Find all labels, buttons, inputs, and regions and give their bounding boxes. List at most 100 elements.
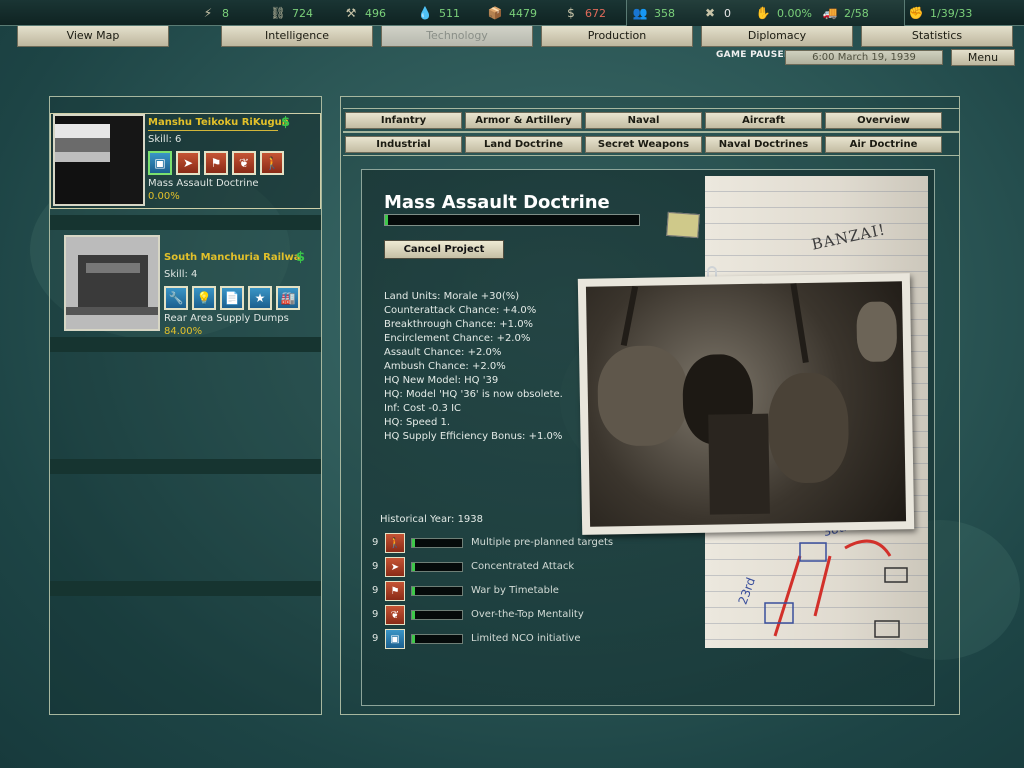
tech-effect: Breakthrough Chance: +1.0%	[384, 319, 534, 330]
resource-transports: ✖ 0	[702, 5, 731, 21]
requirement-row[interactable]: 9 ⚑ War by Timetable	[370, 581, 670, 605]
tech-effect: Inf: Cost -0.3 IC	[384, 403, 462, 414]
team-skill: Skill: 4	[164, 269, 198, 280]
team-name: South Manchuria Railwa	[164, 252, 301, 263]
resource-value: 2/58	[844, 6, 869, 20]
category-industrial[interactable]: Industrial	[345, 136, 462, 153]
requirement-row[interactable]: 9 ▣ Limited NCO initiative	[370, 629, 670, 653]
resource-rare-materials: ⚒ 496	[343, 5, 386, 21]
tech-effect: Land Units: Morale +30(%)	[384, 291, 520, 302]
category-air-doctrine[interactable]: Air Doctrine	[825, 136, 942, 153]
resource-diplomacy-points: ✊ 1/39/33	[908, 5, 973, 21]
requirement-name: War by Timetable	[471, 585, 559, 596]
lightbulb-icon: 💡	[192, 286, 216, 310]
category-land-doctrine[interactable]: Land Doctrine	[465, 136, 582, 153]
game-date: 6:00 March 19, 1939	[785, 50, 943, 65]
requirement-level: 9	[372, 561, 379, 572]
requirement-name: Limited NCO initiative	[471, 633, 581, 644]
category-row-2: Industrial Land Doctrine Secret Weapons …	[343, 132, 959, 156]
category-naval[interactable]: Naval	[585, 112, 702, 129]
timetable-icon: ⚑	[204, 151, 228, 175]
banzai-photo	[577, 273, 915, 535]
requirement-name: Multiple pre-planned targets	[471, 537, 614, 548]
resource-bar: ⚡ 8 ⛓ 724 ⚒ 496 💧 511 📦 4479 $672 👥 358 ✖ 0 ✋ 0.00% 🚚 2/58…	[0, 0, 1024, 26]
concentrated-attack-icon: ➤	[385, 557, 405, 577]
research-tech-name: Mass Assault Doctrine	[148, 178, 259, 189]
requirement-progress	[411, 586, 463, 596]
tech-effects-list: Land Units: Morale +30(%) Counterattack C…	[384, 290, 563, 444]
timetable-icon: ⚑	[385, 581, 405, 601]
tab-technology[interactable]: Technology	[381, 26, 533, 47]
resource-value: 724	[292, 6, 313, 20]
oil-icon: 💧	[417, 6, 433, 20]
resource-metal: ⛓ 724	[270, 5, 313, 21]
category-naval-doctrines[interactable]: Naval Doctrines	[705, 136, 822, 153]
category-overview[interactable]: Overview	[825, 112, 942, 129]
transports-icon: ✖	[704, 6, 716, 20]
category-aircraft[interactable]: Aircraft	[705, 112, 822, 129]
manual-icon: ▣	[385, 629, 405, 649]
resource-money: $672	[563, 5, 606, 21]
research-progress: 0.00%	[148, 191, 180, 202]
category-infantry[interactable]: Infantry	[345, 112, 462, 129]
requirement-row[interactable]: 9 🚶 Multiple pre-planned targets	[370, 533, 670, 557]
tab-view-map[interactable]: View Map	[17, 26, 169, 47]
research-slots-panel: Manshu Teikoku RiKugun $ Skill: 6 ▣ ➤ ⚑ …	[49, 96, 322, 715]
resource-value: 672	[585, 6, 606, 20]
research-tech-name: Rear Area Supply Dumps	[164, 313, 289, 324]
resource-dissent: ✋ 0.00%	[755, 5, 812, 21]
team-photo	[64, 235, 160, 331]
requirement-level: 9	[372, 585, 379, 596]
star-icon: ★	[248, 286, 272, 310]
resource-value: 8	[222, 6, 229, 20]
resource-manpower: 👥 358	[632, 5, 675, 21]
cancel-project-button[interactable]: Cancel Project	[384, 240, 504, 259]
requirement-name: Concentrated Attack	[471, 561, 575, 572]
tech-effect: HQ Supply Efficiency Bonus: +1.0%	[384, 431, 563, 442]
infantry-icon: 🚶	[260, 151, 284, 175]
document-icon: 📄	[220, 286, 244, 310]
energy-icon: ⚡	[203, 6, 213, 20]
tech-title: Mass Assault Doctrine	[384, 192, 610, 213]
dollar-icon: $	[281, 115, 291, 130]
tab-intelligence[interactable]: Intelligence	[221, 26, 373, 47]
tab-diplomacy[interactable]: Diplomacy	[701, 26, 853, 47]
factory-icon: 🏭	[276, 286, 300, 310]
team-skill: Skill: 6	[148, 134, 182, 145]
manpower-icon: 👥	[632, 6, 648, 20]
research-progress: 84.00%	[164, 326, 203, 337]
historical-year: Historical Year: 1938	[380, 514, 484, 525]
game-paused-label: GAME PAUSED	[716, 50, 792, 60]
tab-production[interactable]: Production	[541, 26, 693, 47]
money-icon: $	[567, 6, 575, 20]
menu-button[interactable]: Menu	[951, 49, 1015, 66]
category-armor-artillery[interactable]: Armor & Artillery	[465, 112, 582, 129]
requirement-row[interactable]: 9 ➤ Concentrated Attack	[370, 557, 670, 581]
resource-value: 0	[724, 6, 731, 20]
tech-effect: HQ: Model 'HQ '36' is now obsolete.	[384, 389, 563, 400]
manual-icon: ▣	[148, 151, 172, 175]
resource-value: 1/39/33	[930, 6, 973, 20]
tab-statistics[interactable]: Statistics	[861, 26, 1013, 47]
research-slot-1[interactable]: Manshu Teikoku RiKugun $ Skill: 6 ▣ ➤ ⚑ …	[50, 113, 321, 209]
tech-effect: Assault Chance: +2.0%	[384, 347, 502, 358]
requirements-list: 9 🚶 Multiple pre-planned targets 9 ➤ Concentr…	[370, 533, 670, 653]
convoy-icon: 🚚	[822, 6, 838, 20]
supplies-icon: 📦	[487, 6, 503, 20]
requirement-progress	[411, 634, 463, 644]
tech-effect: Ambush Chance: +2.0%	[384, 361, 506, 372]
requirement-progress	[411, 562, 463, 572]
resource-energy: ⚡ 8	[200, 5, 229, 21]
tech-progress-bar	[384, 214, 640, 226]
category-secret-weapons[interactable]: Secret Weapons	[585, 136, 702, 153]
wrench-icon: 🔧	[164, 286, 188, 310]
resource-supplies: 📦 4479	[487, 5, 537, 21]
research-slot-2[interactable]: South Manchuria Railwa $ Skill: 4 🔧 💡 📄 …	[50, 233, 321, 337]
category-row-1: Infantry Armor & Artillery Naval Aircraf…	[343, 108, 959, 132]
requirement-row[interactable]: 9 ❦ Over-the-Top Mentality	[370, 605, 670, 629]
wings-icon: ❦	[232, 151, 256, 175]
dissent-icon: ✋	[755, 6, 771, 20]
team-name: Manshu Teikoku RiKugun	[148, 117, 289, 128]
requirement-level: 9	[372, 609, 379, 620]
tech-effect: Encirclement Chance: +2.0%	[384, 333, 531, 344]
